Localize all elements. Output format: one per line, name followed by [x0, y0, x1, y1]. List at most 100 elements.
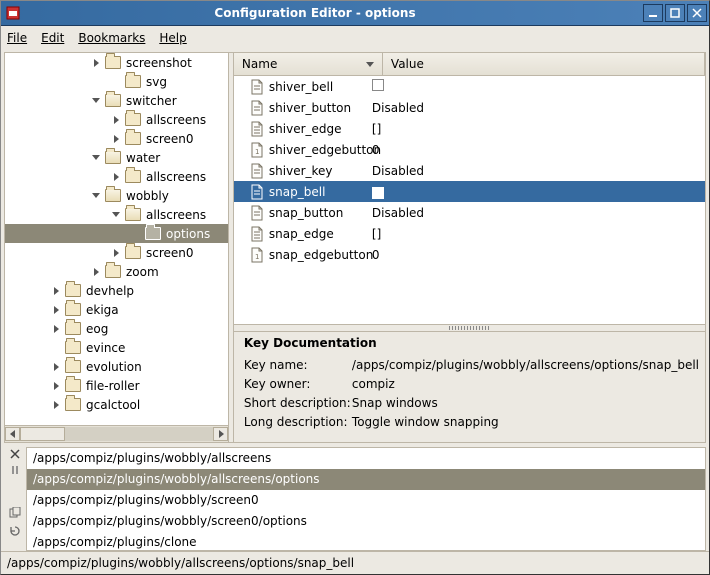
tree-item-label: allscreens: [146, 113, 206, 127]
tree-item-label: ekiga: [86, 303, 119, 317]
expand-right-icon[interactable]: [111, 134, 121, 144]
expand-down-icon[interactable]: [111, 210, 121, 220]
expand-right-icon[interactable]: [51, 381, 61, 391]
recent-item[interactable]: /apps/compiz/plugins/clone: [27, 532, 705, 551]
doc-keyowner-label: Key owner:: [244, 377, 352, 391]
maximize-button[interactable]: [665, 4, 685, 22]
expand-right-icon[interactable]: [91, 58, 101, 68]
doc-keyname: /apps/compiz/plugins/wobbly/allscreens/o…: [352, 358, 699, 372]
menu-edit[interactable]: Edit: [41, 31, 64, 45]
close-icon[interactable]: [8, 449, 22, 459]
tree-scrollbar[interactable]: [5, 425, 228, 442]
key-bool-icon: [250, 184, 264, 200]
tree[interactable]: screenshotsvgswitcherallscreensscreen0wa…: [5, 53, 228, 414]
close-button[interactable]: [687, 4, 707, 22]
folder-icon: [65, 360, 81, 373]
list-row[interactable]: shiver_edge[]: [234, 118, 705, 139]
col-name-header[interactable]: Name: [234, 53, 383, 75]
list-row[interactable]: shiver_bell: [234, 76, 705, 97]
tree-item[interactable]: wobbly: [5, 186, 228, 205]
checkbox[interactable]: [372, 79, 384, 91]
expand-right-icon[interactable]: [91, 267, 101, 277]
tree-item[interactable]: zoom: [5, 262, 228, 281]
tree-item-label: eog: [86, 322, 108, 336]
recent-item[interactable]: /apps/compiz/plugins/wobbly/screen0: [27, 490, 705, 511]
sort-indicator-icon: [366, 62, 374, 67]
key-name: snap_bell: [269, 185, 326, 199]
tree-item[interactable]: allscreens: [5, 167, 228, 186]
recent-list[interactable]: /apps/compiz/plugins/wobbly/allscreens/a…: [26, 447, 706, 551]
titlebar[interactable]: Configuration Editor - options: [1, 1, 709, 26]
key-bool-icon: [250, 79, 264, 95]
expand-right-icon[interactable]: [111, 248, 121, 258]
tree-item[interactable]: screenshot: [5, 53, 228, 72]
doc-keyowner: compiz: [352, 377, 699, 391]
list-row[interactable]: shiver_buttonDisabled: [234, 97, 705, 118]
list-row[interactable]: 1shiver_edgebutton0: [234, 139, 705, 160]
expander-icon[interactable]: [111, 77, 121, 87]
checkbox[interactable]: ✔: [372, 187, 384, 199]
menu-help[interactable]: Help: [159, 31, 186, 45]
expander-icon[interactable]: [131, 229, 141, 239]
tree-item-label: allscreens: [146, 208, 206, 222]
recent-item[interactable]: /apps/compiz/plugins/wobbly/allscreens: [27, 448, 705, 469]
tree-item[interactable]: screen0: [5, 243, 228, 262]
list-row[interactable]: shiver_keyDisabled: [234, 160, 705, 181]
window: Configuration Editor - options File Edit…: [0, 0, 710, 575]
list-row[interactable]: snap_bell ✔: [234, 181, 705, 202]
key-str-icon: [250, 205, 264, 221]
tree-item[interactable]: evince: [5, 338, 228, 357]
tree-item[interactable]: devhelp: [5, 281, 228, 300]
value-text: []: [372, 122, 381, 136]
tree-item-label: screenshot: [126, 56, 192, 70]
value-text: 0: [372, 248, 380, 262]
copy-icon[interactable]: [8, 507, 22, 519]
tree-item[interactable]: allscreens: [5, 205, 228, 224]
tree-item[interactable]: allscreens: [5, 110, 228, 129]
expand-right-icon[interactable]: [111, 115, 121, 125]
tree-item[interactable]: file-roller: [5, 376, 228, 395]
expand-right-icon[interactable]: [51, 305, 61, 315]
tree-item-label: evolution: [86, 360, 142, 374]
recent-item[interactable]: /apps/compiz/plugins/wobbly/screen0/opti…: [27, 511, 705, 532]
doc-long: Toggle window snapping: [352, 415, 699, 429]
tree-item-label: devhelp: [86, 284, 134, 298]
col-value-header[interactable]: Value: [383, 53, 705, 75]
list-row[interactable]: snap_edge[]: [234, 223, 705, 244]
expander-icon[interactable]: [51, 343, 61, 353]
expand-right-icon[interactable]: [51, 362, 61, 372]
tree-item[interactable]: gcalctool: [5, 395, 228, 414]
tree-item[interactable]: screen0: [5, 129, 228, 148]
expand-right-icon[interactable]: [111, 172, 121, 182]
recent-item[interactable]: /apps/compiz/plugins/wobbly/allscreens/o…: [27, 469, 705, 490]
tree-scrollbar-track[interactable]: [20, 427, 213, 441]
vertical-bars-icon[interactable]: [8, 465, 22, 475]
key-int-icon: 1: [250, 247, 264, 263]
tree-item[interactable]: eog: [5, 319, 228, 338]
key-list[interactable]: shiver_bell shiver_buttonDisabledshiver_e…: [234, 76, 705, 324]
tree-scrollbar-thumb[interactable]: [20, 427, 65, 441]
key-name: snap_edgebutton: [269, 248, 373, 262]
menu-bookmarks[interactable]: Bookmarks: [78, 31, 145, 45]
list-row[interactable]: snap_buttonDisabled: [234, 202, 705, 223]
expand-down-icon[interactable]: [91, 191, 101, 201]
expand-right-icon[interactable]: [51, 286, 61, 296]
expand-right-icon[interactable]: [51, 400, 61, 410]
tree-item[interactable]: water: [5, 148, 228, 167]
tree-item[interactable]: options: [5, 224, 228, 243]
tree-item[interactable]: switcher: [5, 91, 228, 110]
clear-icon[interactable]: [8, 525, 22, 537]
tree-item[interactable]: evolution: [5, 357, 228, 376]
menu-file[interactable]: File: [7, 31, 27, 45]
tree-item[interactable]: svg: [5, 72, 228, 91]
folder-icon: [105, 94, 121, 107]
list-row[interactable]: 1 snap_edgebutton0: [234, 244, 705, 265]
menubar: File Edit Bookmarks Help: [1, 26, 709, 50]
expand-down-icon[interactable]: [91, 153, 101, 163]
expand-down-icon[interactable]: [91, 96, 101, 106]
minimize-button[interactable]: [643, 4, 663, 22]
tree-item[interactable]: ekiga: [5, 300, 228, 319]
vertical-splitter[interactable]: [234, 324, 705, 332]
expand-right-icon[interactable]: [51, 324, 61, 334]
key-name: shiver_bell: [269, 80, 333, 94]
